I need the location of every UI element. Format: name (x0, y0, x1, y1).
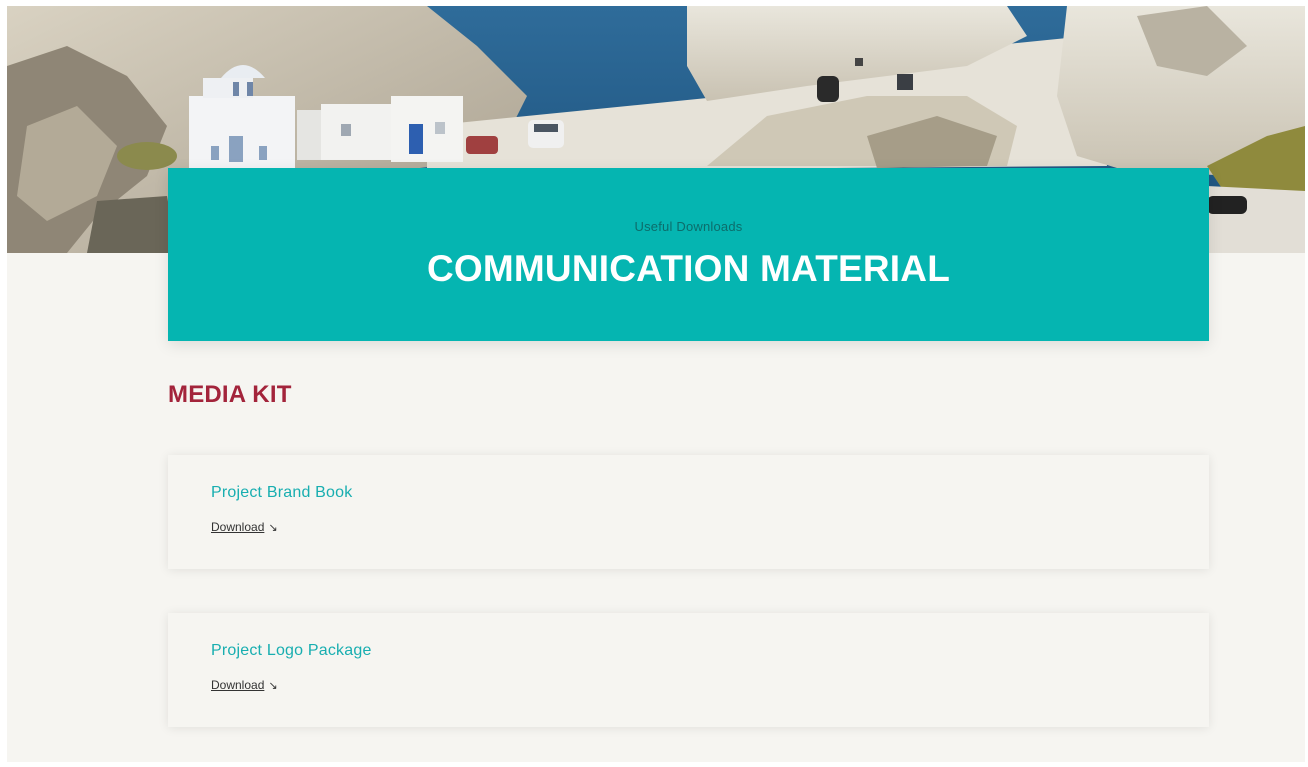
page-frame: Useful Downloads COMMUNICATION MATERIAL … (7, 6, 1305, 762)
section-title-media-kit: MEDIA KIT (168, 381, 292, 408)
card-title: Project Logo Package (211, 642, 372, 659)
download-link-brand-book[interactable]: Download ↘ (211, 520, 278, 534)
banner-eyebrow: Useful Downloads (634, 219, 743, 234)
card-title: Project Brand Book (211, 484, 353, 501)
download-arrow-icon: ↘ (268, 522, 278, 534)
download-arrow-icon: ↘ (268, 680, 278, 692)
page-banner: Useful Downloads COMMUNICATION MATERIAL (168, 168, 1209, 341)
download-card-brand-book: Project Brand Book Download ↘ (168, 455, 1209, 569)
download-link-logo-package[interactable]: Download ↘ (211, 678, 278, 692)
page-title: COMMUNICATION MATERIAL (426, 248, 950, 289)
download-link-label: Download (211, 678, 265, 692)
download-card-logo-package: Project Logo Package Download ↘ (168, 613, 1209, 727)
download-link-label: Download (211, 520, 265, 534)
page: Useful Downloads COMMUNICATION MATERIAL … (0, 0, 1308, 767)
